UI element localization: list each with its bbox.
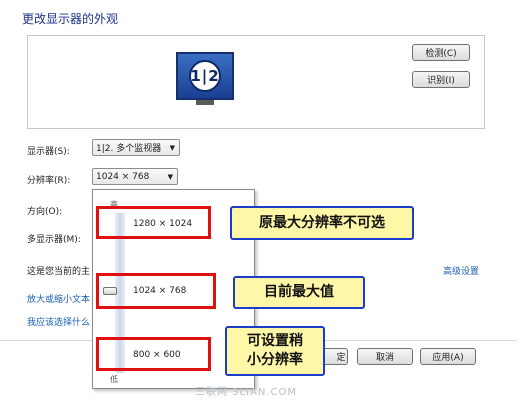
choose-settings-link[interactable]: 我应该选择什么: [27, 315, 90, 328]
display-select-value: 1|2. 多个监视器: [96, 144, 162, 154]
callout-smaller-line1: 可设置稍: [247, 333, 303, 350]
current-display-text: 这是您当前的主: [27, 267, 91, 277]
monitor-icon[interactable]: 1|2: [176, 52, 234, 100]
resolution-select-value: 1024 × 768: [96, 171, 150, 182]
callout-smaller-line2: 小分辨率: [247, 352, 303, 368]
display-select[interactable]: 1|2. 多个监视器 ▼: [92, 139, 180, 156]
highlight-box-800: [96, 337, 211, 371]
orientation-label: 方向(O):: [27, 207, 63, 217]
advanced-settings-link[interactable]: 高级设置: [443, 264, 479, 277]
page-title: 更改显示器的外观: [22, 12, 119, 26]
ok-button-label: 定: [336, 353, 346, 363]
resolution-label: 分辨率(R):: [27, 176, 71, 186]
watermark: 三联网 3LIAN.COM: [195, 387, 298, 398]
callout-current-max: 目前最大值: [233, 276, 365, 309]
highlight-box-1280: [96, 206, 211, 239]
monitor-stand: [196, 100, 214, 105]
chevron-down-icon: ▼: [167, 172, 173, 181]
callout-smaller-resolution: 可设置稍 小分辨率: [225, 326, 325, 376]
monitor-number: 1|2: [189, 60, 221, 92]
detect-button[interactable]: 检测(C): [412, 44, 470, 61]
cancel-button[interactable]: 取消: [357, 348, 413, 365]
low-label: 低: [110, 375, 118, 384]
callout-max-unavailable: 原最大分辨率不可选: [230, 206, 414, 240]
resolution-select[interactable]: 1024 × 768 ▼: [92, 168, 178, 185]
multi-display-label: 多显示器(M):: [27, 235, 81, 245]
highlight-box-1024: [96, 273, 216, 309]
enlarge-text-link[interactable]: 放大或缩小文本: [27, 292, 90, 305]
apply-button[interactable]: 应用(A): [420, 348, 476, 365]
identify-button[interactable]: 识别(I): [412, 71, 470, 88]
chevron-down-icon: ▼: [169, 143, 175, 152]
display-label: 显示器(S):: [27, 147, 70, 157]
